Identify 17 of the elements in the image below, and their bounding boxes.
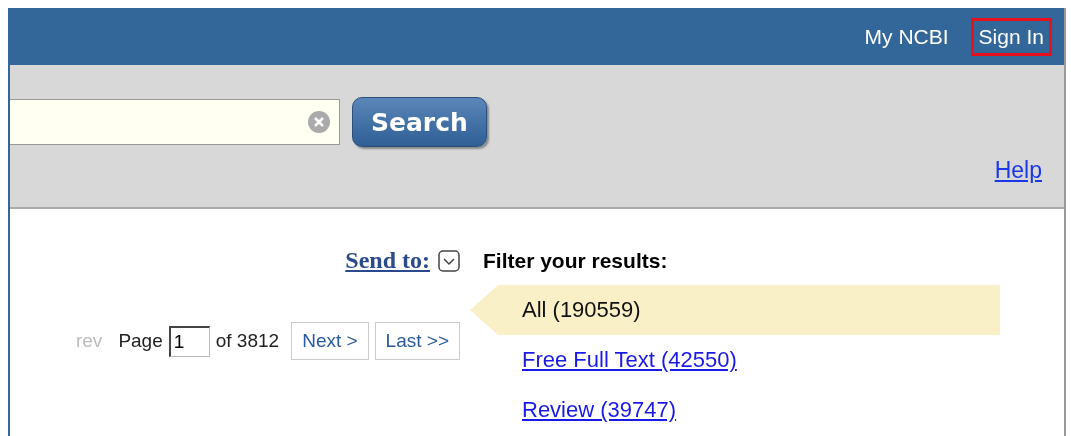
filter-title: Filter your results: <box>483 249 669 273</box>
pager-button[interactable]: Last >> <box>374 322 460 360</box>
header-link[interactable]: My NCBI <box>856 17 957 56</box>
dropdown-icon[interactable] <box>438 249 460 272</box>
page-input[interactable]: 1 <box>168 325 210 357</box>
filter-item[interactable]: All (190559) <box>470 285 1000 335</box>
help-link[interactable]: Help <box>994 157 1042 184</box>
header-link[interactable]: Sign In <box>970 17 1052 56</box>
filter-item[interactable]: Review (39747) <box>470 385 1000 435</box>
pager-button[interactable]: Next > <box>291 322 369 360</box>
page-label: Page <box>118 330 163 352</box>
send-to-link[interactable]: Send to: <box>345 247 430 274</box>
search-button[interactable]: Search <box>352 97 487 147</box>
page-count: of 3812 <box>215 330 280 352</box>
search-field[interactable] <box>10 99 340 145</box>
clear-icon[interactable] <box>307 110 331 134</box>
filter-item[interactable]: Free Full Text (42550) <box>470 335 1000 385</box>
